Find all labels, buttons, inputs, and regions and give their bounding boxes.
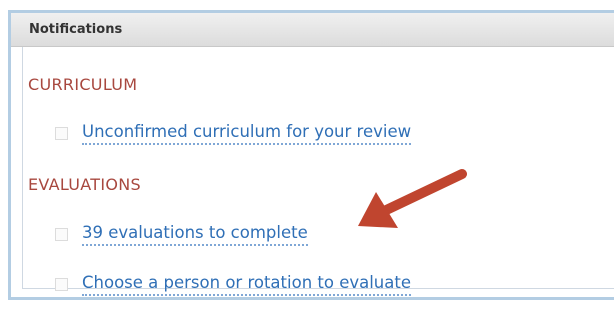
- checkbox[interactable]: [55, 127, 68, 140]
- checkbox[interactable]: [55, 278, 68, 291]
- unconfirmed-curriculum-link[interactable]: Unconfirmed curriculum for your review: [82, 122, 412, 145]
- panel-header: Notifications: [11, 13, 614, 47]
- section-title-evaluations: EVALUATIONS: [28, 175, 142, 194]
- evaluations-to-complete-link[interactable]: 39 evaluations to complete: [82, 223, 308, 246]
- red-arrow-icon: [358, 169, 467, 228]
- checkbox[interactable]: [55, 228, 68, 241]
- panel-title: Notifications: [29, 22, 123, 37]
- notifications-panel: Notifications: [8, 10, 614, 300]
- choose-person-rotation-link[interactable]: Choose a person or rotation to evaluate: [82, 273, 412, 296]
- section-title-curriculum: CURRICULUM: [28, 75, 138, 94]
